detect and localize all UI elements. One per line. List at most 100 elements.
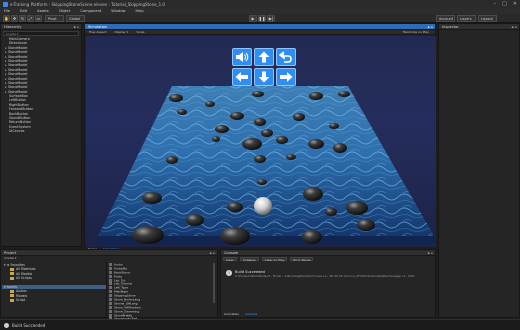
close-button[interactable]: ✕ [513, 1, 517, 7]
hierarchy-header: Hierarchy ▪ ≡ [1, 24, 81, 30]
menu-file[interactable]: File [4, 9, 10, 13]
status-text: Build Succeeded [12, 322, 46, 328]
tab-console[interactable]: Console [245, 312, 257, 317]
layout-dropdown[interactable]: Layout [478, 15, 497, 22]
right-arrow-icon [280, 72, 293, 82]
tab-animation[interactable]: Animation [224, 312, 239, 317]
rect-icon: ▭ [36, 16, 41, 21]
aspect-dropdown[interactable]: Free Aspect [89, 30, 107, 34]
minimize-button[interactable]: – [494, 1, 497, 7]
window-title: e-Training Platform - SkippingStoneScene… [10, 1, 165, 7]
clear-button[interactable]: Clear [223, 257, 237, 262]
panel-menu-icon[interactable]: ▪ ≡ [511, 25, 517, 29]
panel-menu-icon[interactable]: ▪ ≡ [209, 251, 215, 255]
project-tree-label: ▾ ★ Favorites [4, 263, 25, 267]
step-button[interactable]: ▶| [267, 15, 275, 22]
folder-icon [10, 298, 14, 302]
sound-icon [236, 52, 249, 62]
rect-tool-button[interactable]: ▭ [35, 15, 42, 22]
menu-assets[interactable]: Assets [37, 9, 49, 13]
project-header: Project ▪ ≡ [1, 250, 217, 256]
maximize-button[interactable]: □ [502, 1, 507, 7]
stone-model [186, 214, 204, 226]
hierarchy-item-label: BackButton [9, 111, 29, 116]
hierarchy-create-search[interactable]: Create ▾ [3, 31, 79, 36]
layers-dropdown[interactable]: Layers [457, 15, 476, 22]
stone-model [286, 154, 296, 160]
scale-tool-button[interactable]: ⤢ [27, 15, 34, 22]
hierarchy-item-label: StoneModel [8, 72, 28, 77]
stone-model [242, 138, 262, 150]
inspector-panel: Inspector ▪ ≡ [438, 23, 520, 318]
stone-model [205, 101, 215, 107]
simulation-scene[interactable] [86, 36, 436, 247]
move-tool-button[interactable]: ✥ [11, 15, 18, 22]
account-dropdown[interactable]: Account [436, 15, 455, 22]
project-tree-label: ▾ Assets [4, 284, 17, 289]
console-message[interactable]: i Build Succeeded C:\Projects\BuildOutpu… [221, 270, 435, 278]
file-icon [109, 286, 112, 290]
left-button[interactable] [232, 68, 252, 86]
console-tabs: Animation Console [221, 312, 257, 317]
forward-button[interactable] [254, 48, 274, 66]
right-button[interactable] [276, 68, 296, 86]
scale-slider[interactable]: Scale [136, 30, 144, 34]
clear-on-play-button[interactable]: Clear on Play [261, 257, 288, 262]
console-header: Console ▪ ≡ [221, 250, 435, 256]
pivot-toggle[interactable]: Pivot [45, 15, 64, 22]
menu-component[interactable]: Component [80, 9, 101, 13]
pause-button[interactable]: ❚❚ [258, 15, 266, 22]
hierarchy-item-label: StoneModel [8, 54, 28, 59]
folder-icon [10, 276, 14, 280]
maximize-on-play-toggle[interactable]: Maximize on Play [403, 30, 429, 34]
back-button[interactable] [254, 68, 274, 86]
hierarchy-item[interactable]: UICanvas [1, 129, 81, 133]
hierarchy-item-label: StoneModel [8, 50, 28, 55]
stone-model [215, 125, 229, 133]
file-icon [109, 301, 112, 305]
display-dropdown[interactable]: Display 1 [115, 30, 129, 34]
panel-menu-icon[interactable]: ▪ ≡ [73, 25, 79, 29]
stone-model [169, 94, 183, 102]
project-tree-label: All Materials [16, 267, 36, 272]
rotate-tool-button[interactable]: ↻ [19, 15, 26, 22]
return-button[interactable] [276, 48, 296, 66]
play-button[interactable]: ▶ [249, 15, 257, 22]
stone-model [212, 136, 220, 142]
project-tree-item[interactable]: Script [2, 298, 106, 302]
step-icon: ▶| [268, 16, 274, 21]
collapse-button[interactable]: Collapse [239, 257, 259, 262]
global-toggle[interactable]: Global [66, 15, 85, 22]
stone-model [276, 136, 288, 144]
stone-model [177, 109, 187, 115]
hierarchy-item-label: SoundButton [9, 116, 31, 121]
menu-object[interactable]: Object [59, 9, 71, 13]
hierarchy-item-label: StoneModel [8, 80, 28, 85]
error-pause-button[interactable]: Error Pause [290, 257, 314, 262]
hierarchy-item-label: StoneModel [8, 85, 28, 90]
menu-help[interactable]: Help [135, 9, 143, 13]
hierarchy-item-label: StoneModel [8, 76, 28, 81]
stone-model [293, 113, 305, 121]
stone-model [308, 139, 324, 149]
panel-menu-icon[interactable]: ▪ ≡ [427, 251, 433, 255]
hand-tool-button[interactable]: ✋ [3, 15, 10, 22]
hierarchy-title: Hierarchy [4, 24, 22, 29]
folder-icon [10, 272, 14, 276]
hierarchy-item-label: ForwardButton [9, 107, 34, 112]
hierarchy-panel: Hierarchy ▪ ≡ Create ▾ MainCamera Directi… [0, 23, 82, 247]
menu-window[interactable]: Window [111, 9, 125, 13]
hierarchy-item-label: EventSystem [9, 124, 31, 129]
file-icon [109, 294, 112, 298]
project-create-button[interactable]: Create ▾ [1, 256, 217, 261]
sound-button[interactable] [232, 48, 252, 66]
scale-icon: ⤢ [28, 16, 33, 21]
menu-edit[interactable]: Edit [20, 9, 27, 13]
project-scrollbar[interactable] [213, 263, 215, 303]
play-icon: ▶ [251, 16, 255, 21]
console-toolbar: Clear Collapse Clear on Play Error Pause [221, 256, 435, 262]
simulation-title[interactable]: Simulation [88, 25, 107, 29]
folder-icon [10, 289, 14, 293]
move-icon: ✥ [12, 16, 17, 21]
panel-menu-icon[interactable]: ▪ ≡ [427, 25, 433, 29]
